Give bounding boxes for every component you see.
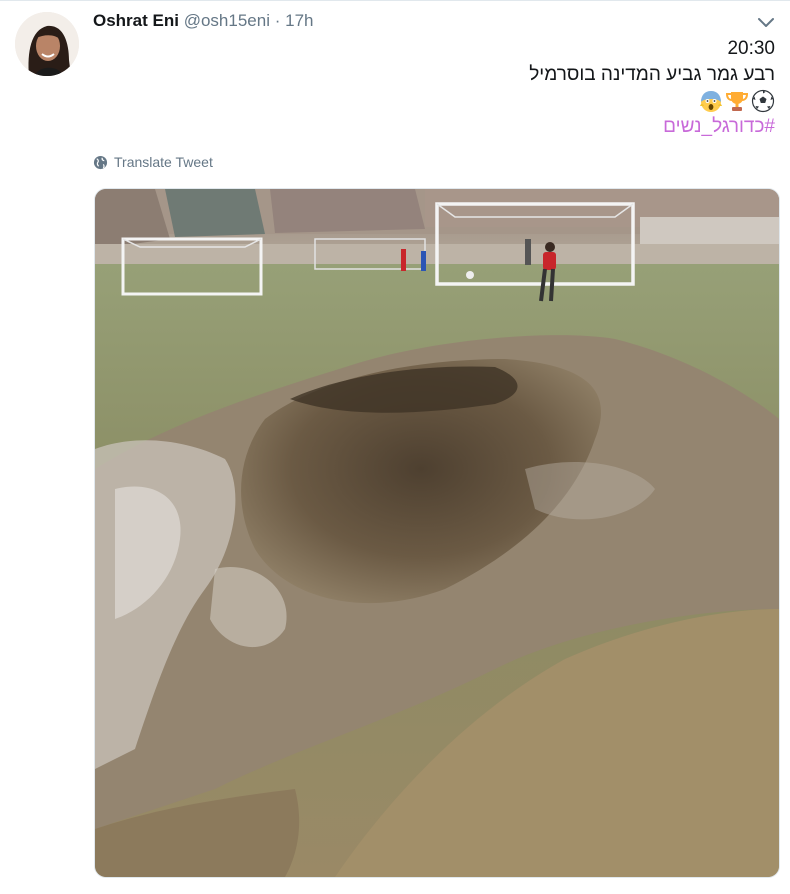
tweet-text-line-time: 20:30 <box>727 38 775 59</box>
soccer-ball-emoji <box>751 89 775 113</box>
globe-icon <box>93 155 108 169</box>
timestamp[interactable]: 17h <box>285 11 313 30</box>
emoji-row <box>175 88 775 114</box>
display-name[interactable]: Oshrat Eni <box>93 11 179 30</box>
translate-tweet-link[interactable]: Translate Tweet <box>93 154 213 170</box>
avatar[interactable] <box>15 12 79 76</box>
tweet-photo[interactable] <box>94 188 780 878</box>
avatar-photo <box>15 12 79 76</box>
trophy-emoji <box>725 92 749 111</box>
top-divider <box>0 0 790 1</box>
tweet-header: Oshrat Eni @osh15eni · 17h <box>93 11 313 31</box>
tweet-text-line-body: רבע גמר גביע המדינה בוסרמיל <box>529 64 775 85</box>
handle[interactable]: @osh15eni <box>184 11 270 30</box>
translate-tweet-label: Translate Tweet <box>114 154 213 170</box>
hashtag-link[interactable]: #כדורגל_נשים <box>175 114 775 140</box>
separator: · <box>274 11 281 30</box>
tweet-text: 20:30 רבע גמר גביע המדינה בוסרמיל #כדורג… <box>175 36 775 140</box>
chevron-down-icon[interactable] <box>756 14 776 32</box>
screaming-face-emoji <box>700 91 722 112</box>
flooded-pitch-photo <box>95 189 779 877</box>
